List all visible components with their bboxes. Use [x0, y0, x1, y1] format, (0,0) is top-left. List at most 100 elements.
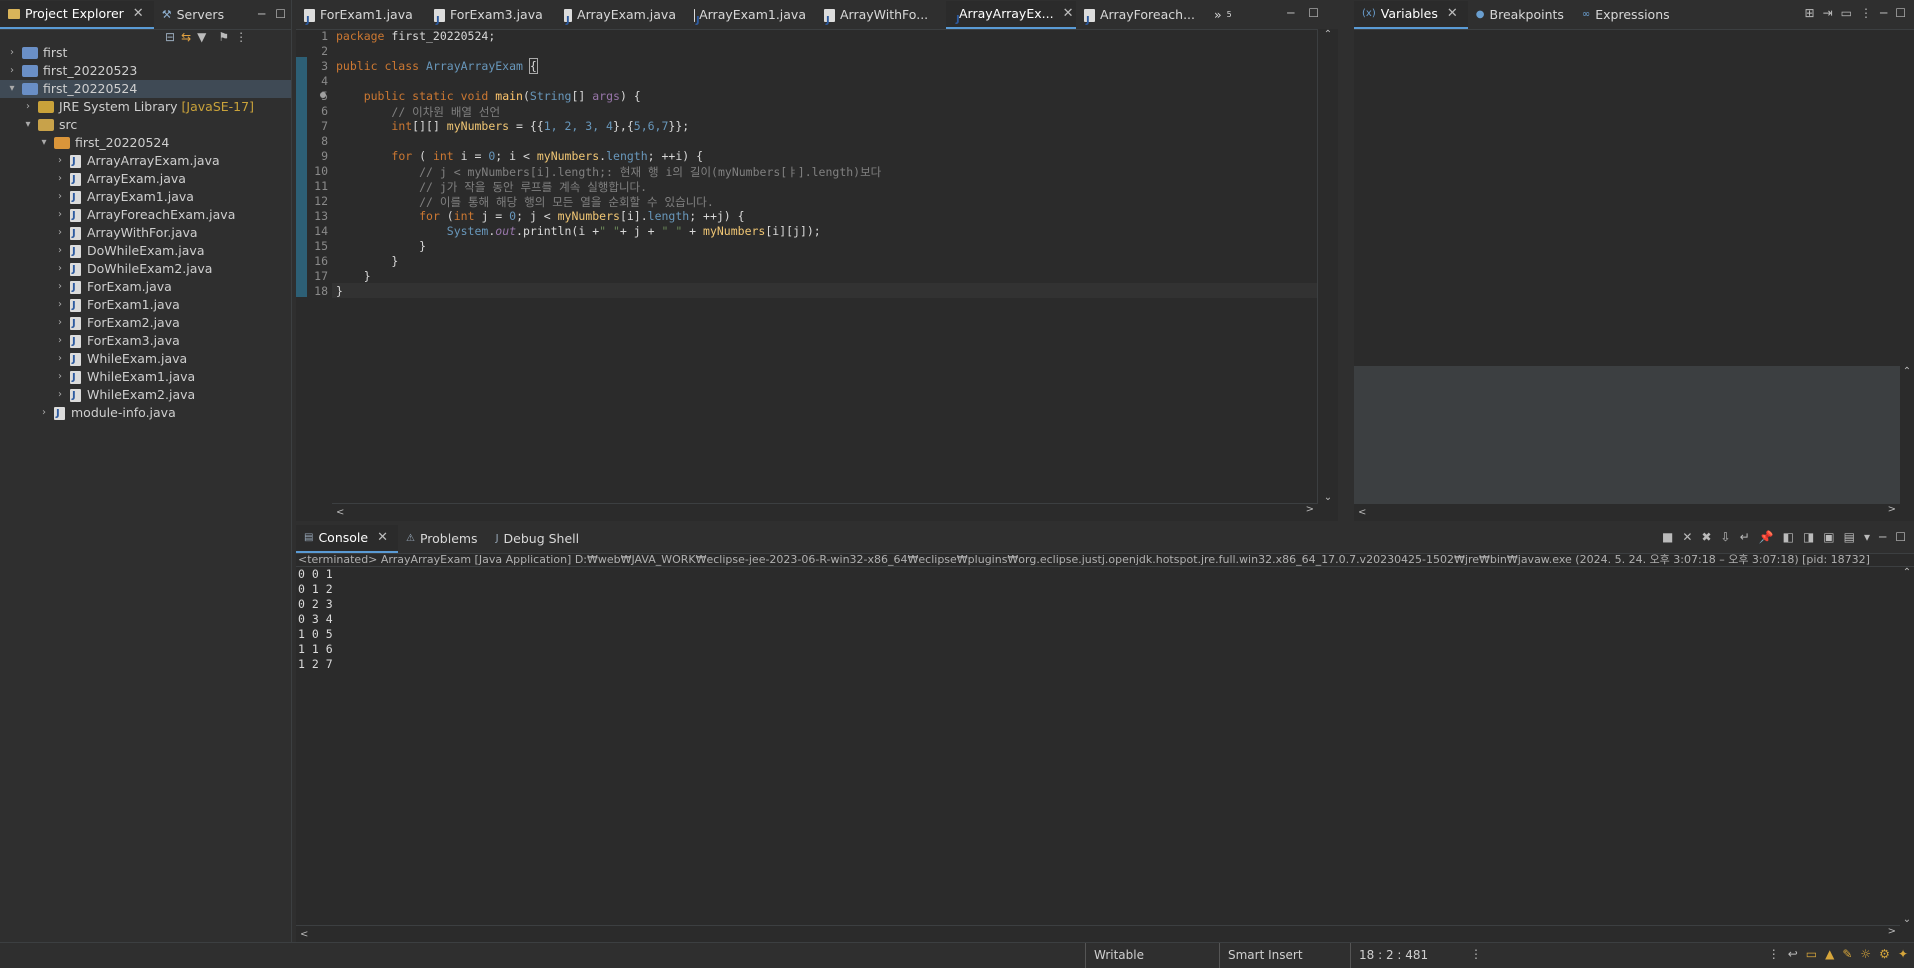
pin-console-icon[interactable]: 📌 [1759, 530, 1774, 544]
book-icon[interactable]: ▭ [1806, 947, 1817, 961]
code-area[interactable]: 123456789101112131415161718 package firs… [296, 29, 1318, 503]
tree-node[interactable]: ›ArrayExam.java [0, 170, 291, 188]
select-icon[interactable]: ⇥ [1823, 6, 1833, 20]
tree-node[interactable]: ›DoWhileExam.java [0, 242, 291, 260]
chevron-right-icon[interactable]: › [54, 260, 66, 278]
filter-icon[interactable]: ▼ [197, 30, 206, 44]
collapse-icon[interactable]: ⊞ [1805, 6, 1815, 20]
new-console-icon[interactable]: ▾ [1864, 530, 1870, 544]
maximize-icon[interactable]: ☐ [1308, 6, 1319, 20]
more-options-icon[interactable]: ⋮ [1470, 947, 1482, 961]
hat-icon[interactable]: ▲ [1825, 947, 1834, 961]
tab-overflow-button[interactable]: »5 [1206, 1, 1242, 29]
editor-vscrollbar[interactable]: ⌃ ⌄ [1317, 29, 1338, 503]
maximize-icon[interactable]: ☐ [1895, 6, 1906, 20]
more-options-icon[interactable]: ⋮ [1860, 6, 1872, 20]
tree-node[interactable]: ›ForExam.java [0, 278, 291, 296]
editor-tab[interactable]: ForExam1.java [296, 1, 426, 29]
tree-node[interactable]: ›module-info.java [0, 404, 291, 422]
chevron-down-icon[interactable]: ▾ [22, 116, 34, 134]
chevron-down-icon[interactable]: ▾ [6, 80, 18, 98]
tab-servers[interactable]: ⚒ Servers [154, 1, 234, 29]
tree-node[interactable]: ›ForExam1.java [0, 296, 291, 314]
tab-project-explorer[interactable]: Project Explorer ✕ [0, 1, 154, 29]
tree-node[interactable]: ›WhileExam1.java [0, 368, 291, 386]
console-tab[interactable]: JDebug Shell [488, 525, 590, 553]
editor-tab[interactable]: ArrayForeach... [1076, 1, 1206, 29]
tree-node[interactable]: ›WhileExam2.java [0, 386, 291, 404]
layout-icon[interactable]: ▭ [1841, 6, 1852, 20]
show-on-output-icon[interactable]: ◧ [1783, 530, 1794, 544]
chevron-right-icon[interactable]: › [54, 206, 66, 224]
editor-tab[interactable]: ArrayArrayEx...✕ [946, 1, 1076, 29]
terminate-icon[interactable]: ■ [1662, 530, 1673, 544]
maximize-icon[interactable]: ☐ [1895, 530, 1906, 544]
collapse-all-icon[interactable]: ⊟ [165, 30, 175, 44]
console-output[interactable]: 0 0 10 1 20 2 30 3 41 0 51 1 61 2 7 [298, 567, 333, 672]
tree-node[interactable]: ›ArrayArrayExam.java [0, 152, 291, 170]
more-options-icon[interactable]: ⋮ [235, 30, 247, 44]
wand-icon[interactable]: ✎ [1842, 947, 1852, 961]
console-hscrollbar[interactable]: < > [296, 925, 1900, 940]
more-options-icon[interactable]: ⋮ [1768, 947, 1780, 961]
show-on-error-icon[interactable]: ◨ [1803, 530, 1814, 544]
maximize-icon[interactable]: ☐ [275, 7, 286, 21]
editor-tab[interactable]: ArrayExam.java [556, 1, 686, 29]
editor-tab[interactable]: ArrayWithFo... [816, 1, 946, 29]
link-with-editor-icon[interactable]: ⇆ [181, 30, 191, 44]
chevron-right-icon[interactable]: › [54, 278, 66, 296]
debug-tab[interactable]: ∞Expressions [1574, 1, 1680, 29]
chevron-down-icon[interactable]: ▾ [38, 134, 50, 152]
chevron-right-icon[interactable]: › [54, 296, 66, 314]
chevron-right-icon[interactable]: › [22, 98, 34, 116]
chevron-right-icon[interactable]: › [6, 62, 18, 80]
tree-node[interactable]: ›ForExam3.java [0, 332, 291, 350]
override-marker-icon[interactable] [320, 92, 326, 98]
remove-launch-icon[interactable]: ✕ [1682, 530, 1692, 544]
editor-hscrollbar[interactable]: < > [332, 503, 1318, 518]
chevron-right-icon[interactable]: › [54, 332, 66, 350]
status-insert-mode[interactable]: Smart Insert [1219, 943, 1350, 968]
variables-vscrollbar[interactable]: ⌃ [1900, 366, 1914, 503]
chevron-right-icon[interactable]: › [6, 44, 18, 62]
open-console-icon[interactable]: ▤ [1844, 530, 1855, 544]
gear-icon[interactable]: ⚙ [1879, 947, 1890, 961]
word-wrap-icon[interactable]: ↵ [1740, 530, 1750, 544]
console-tab[interactable]: ▤Console✕ [296, 525, 398, 553]
chevron-right-icon[interactable]: › [54, 170, 66, 188]
bulb-icon[interactable]: ✦ [1898, 947, 1908, 961]
chevron-right-icon[interactable]: › [54, 314, 66, 332]
chevron-right-icon[interactable]: › [54, 242, 66, 260]
console-vscrollbar[interactable]: ⌃⌄ [1900, 567, 1914, 925]
tree-node[interactable]: ›JRE System Library[JavaSE-17] [0, 98, 291, 116]
remove-all-icon[interactable]: ✖ [1701, 530, 1711, 544]
chevron-right-icon[interactable]: › [38, 404, 50, 422]
debug-tab[interactable]: (x)Variables✕ [1354, 1, 1468, 29]
tree-node[interactable]: ›first_20220523 [0, 62, 291, 80]
close-icon[interactable]: ✕ [1447, 0, 1458, 28]
tree-node[interactable]: ›ArrayWithFor.java [0, 224, 291, 242]
chevron-right-icon[interactable]: › [54, 368, 66, 386]
editor-tab[interactable]: ArrayExam1.java [686, 1, 816, 29]
editor-tab[interactable]: ForExam3.java [426, 1, 556, 29]
tree-node[interactable]: ›ArrayExam1.java [0, 188, 291, 206]
display-console-icon[interactable]: ▣ [1823, 530, 1834, 544]
minimize-icon[interactable]: ─ [1879, 530, 1886, 544]
tree-node[interactable]: ›ForExam2.java [0, 314, 291, 332]
variables-hscrollbar[interactable]: < > [1354, 503, 1900, 518]
close-icon[interactable]: ✕ [133, 0, 144, 28]
tree-node[interactable]: ›first [0, 44, 291, 62]
chevron-right-icon[interactable]: › [54, 152, 66, 170]
minimize-icon[interactable]: ─ [1880, 6, 1887, 20]
console-tab[interactable]: ⚠Problems [398, 525, 488, 553]
scroll-lock-icon[interactable]: ⇩ [1721, 530, 1731, 544]
tree-node[interactable]: ▾first_20220524 [0, 134, 291, 152]
minimize-icon[interactable]: ─ [1287, 6, 1294, 20]
restore-icon[interactable]: ↩ [1788, 947, 1798, 961]
debug-tab[interactable]: ●Breakpoints [1468, 1, 1574, 29]
chevron-right-icon[interactable]: › [54, 386, 66, 404]
chevron-right-icon[interactable]: › [54, 224, 66, 242]
tree-node[interactable]: ›WhileExam.java [0, 350, 291, 368]
chevron-right-icon[interactable]: › [54, 188, 66, 206]
chevron-right-icon[interactable]: › [54, 350, 66, 368]
